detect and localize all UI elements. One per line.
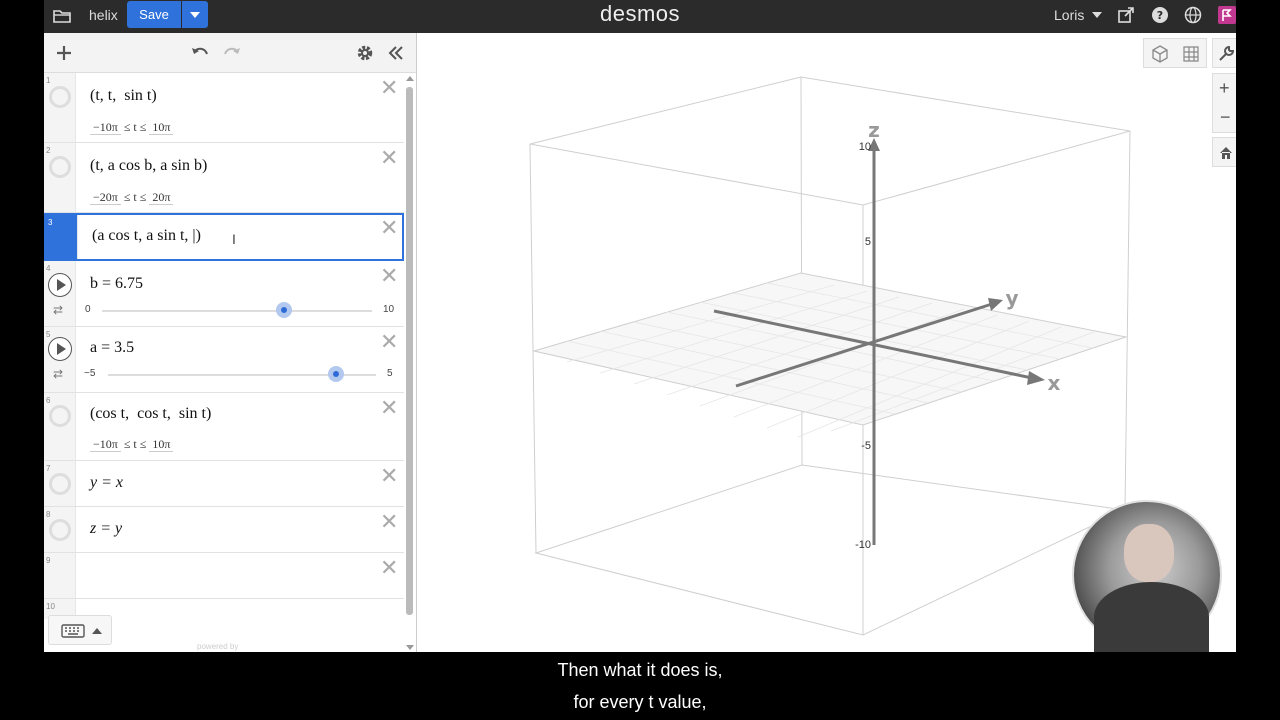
chevron-down-icon[interactable] bbox=[1092, 12, 1102, 18]
subtitle-line-2: for every t value, bbox=[573, 692, 707, 712]
expression-row-4[interactable]: 4 ⇄ b = 6.75 0 10 ✕ bbox=[44, 261, 404, 327]
keyboard-toggle-button[interactable] bbox=[48, 615, 112, 645]
loop-icon[interactable]: ⇄ bbox=[53, 303, 63, 317]
add-icon[interactable] bbox=[54, 43, 74, 63]
expression-input[interactable]: (a cos t, a sin t, |) bbox=[92, 227, 201, 245]
view-toggle-group bbox=[1143, 38, 1207, 68]
presenter-body bbox=[1094, 582, 1209, 652]
expression-math[interactable]: (t, t, sin t) bbox=[90, 87, 157, 105]
expression-list-toolbar bbox=[44, 33, 416, 73]
desmos-logo: desmos bbox=[600, 1, 681, 26]
save-button[interactable]: Save bbox=[127, 1, 181, 28]
scroll-up-icon[interactable] bbox=[406, 76, 414, 81]
z-axis-label: z bbox=[868, 118, 880, 142]
user-name[interactable]: Loris bbox=[1054, 7, 1084, 23]
slider-expression[interactable]: a = 3.5 bbox=[90, 339, 134, 357]
expression-math[interactable]: (t, a cos b, a sin b) bbox=[90, 157, 207, 175]
zoom-out-icon[interactable]: − bbox=[1220, 107, 1231, 128]
expression-row-3[interactable]: 3 (a cos t, a sin t, |) I ✕ bbox=[44, 213, 404, 261]
save-dropdown-button[interactable] bbox=[182, 1, 208, 28]
help-icon[interactable]: ? bbox=[1151, 6, 1169, 24]
visibility-toggle-icon[interactable] bbox=[49, 156, 71, 178]
y-arrow bbox=[988, 298, 1003, 311]
domain-range[interactable]: −20π ≤ t ≤ 20π bbox=[90, 190, 174, 205]
scroll-down-icon[interactable] bbox=[406, 645, 414, 650]
slider-min[interactable]: −5 bbox=[84, 368, 95, 379]
slider-handle[interactable] bbox=[276, 302, 293, 318]
home-button[interactable] bbox=[1212, 137, 1236, 167]
text-cursor-icon: I bbox=[232, 231, 236, 247]
keyboard-icon bbox=[61, 624, 85, 638]
slider-min[interactable]: 0 bbox=[85, 304, 91, 315]
expression-math[interactable]: y = x bbox=[90, 474, 123, 492]
graph-title[interactable]: helix bbox=[89, 7, 118, 23]
loop-icon[interactable]: ⇄ bbox=[53, 367, 63, 381]
expression-row-9[interactable]: 9 ✕ bbox=[44, 553, 404, 599]
powered-by-label: powered by bbox=[197, 642, 239, 651]
undo-icon[interactable] bbox=[190, 43, 210, 63]
slider-expression[interactable]: b = 6.75 bbox=[90, 275, 143, 293]
top-bar: helix Save desmos Loris ? bbox=[44, 0, 1236, 33]
expression-list: 1 (t, t, sin t) −10π ≤ t ≤ 10π ✕ 2 (t, a… bbox=[44, 33, 417, 652]
share-icon[interactable] bbox=[1117, 6, 1135, 24]
slider-max[interactable]: 5 bbox=[387, 368, 393, 379]
chevron-up-icon bbox=[92, 628, 102, 634]
scrollbar[interactable] bbox=[406, 87, 413, 615]
delete-expression-icon[interactable]: ✕ bbox=[380, 78, 398, 100]
redo-icon[interactable] bbox=[222, 43, 242, 63]
z-tick-10: 10 bbox=[859, 141, 871, 153]
expression-math[interactable]: (cos t, cos t, sin t) bbox=[90, 405, 211, 423]
grid-view-icon[interactable] bbox=[1181, 44, 1201, 64]
home-icon bbox=[1220, 147, 1232, 159]
domain-range[interactable]: −10π ≤ t ≤ 10π bbox=[90, 120, 174, 135]
z-tick-neg5: -5 bbox=[861, 440, 871, 452]
play-icon[interactable] bbox=[48, 273, 72, 297]
visibility-toggle-icon[interactable] bbox=[49, 405, 71, 427]
z-tick-neg10: -10 bbox=[855, 539, 871, 551]
subtitle-line-1: Then what it does is, bbox=[557, 660, 723, 680]
expression-row-1[interactable]: 1 (t, t, sin t) −10π ≤ t ≤ 10π ✕ bbox=[44, 73, 404, 143]
collapse-list-icon[interactable] bbox=[386, 43, 406, 63]
delete-expression-icon[interactable]: ✕ bbox=[380, 332, 398, 354]
app-switch-icon[interactable] bbox=[1218, 6, 1236, 24]
play-icon[interactable] bbox=[48, 337, 72, 361]
delete-expression-icon[interactable]: ✕ bbox=[380, 398, 398, 420]
delete-expression-icon[interactable]: ✕ bbox=[380, 148, 398, 170]
zoom-controls: + − bbox=[1212, 73, 1236, 133]
expression-row-5[interactable]: 5 ⇄ a = 3.5 −5 5 ✕ bbox=[44, 327, 404, 393]
expression-row-8[interactable]: 8 z = y ✕ bbox=[44, 507, 404, 553]
zoom-in-icon[interactable]: + bbox=[1219, 78, 1230, 99]
svg-text:?: ? bbox=[1157, 9, 1163, 22]
expression-math[interactable]: z = y bbox=[90, 520, 122, 538]
folder-icon[interactable] bbox=[52, 6, 72, 26]
z-tick-5: 5 bbox=[865, 236, 871, 248]
webcam-overlay bbox=[1072, 500, 1222, 652]
visibility-toggle-icon[interactable] bbox=[49, 86, 71, 108]
delete-expression-icon[interactable]: ✕ bbox=[380, 466, 398, 488]
delete-expression-icon[interactable]: ✕ bbox=[380, 266, 398, 288]
gear-icon[interactable] bbox=[355, 43, 375, 63]
visibility-toggle-icon[interactable] bbox=[49, 519, 71, 541]
expression-row-2[interactable]: 2 (t, a cos b, a sin b) −20π ≤ t ≤ 20π ✕ bbox=[44, 143, 404, 213]
settings-wrench-button[interactable] bbox=[1212, 38, 1236, 68]
delete-expression-icon[interactable]: ✕ bbox=[380, 218, 398, 240]
slider-handle[interactable] bbox=[327, 366, 344, 382]
x-axis-label: x bbox=[1048, 371, 1061, 395]
cube-view-icon[interactable] bbox=[1150, 44, 1170, 64]
wrench-icon bbox=[1219, 45, 1235, 61]
slider-track[interactable] bbox=[102, 310, 372, 312]
desmos-window: helix Save desmos Loris ? 1 (t, t, sin t… bbox=[44, 0, 1236, 652]
domain-range[interactable]: −10π ≤ t ≤ 10π bbox=[90, 437, 174, 452]
delete-expression-icon[interactable]: ✕ bbox=[380, 558, 398, 580]
expression-row-6[interactable]: 6 (cos t, cos t, sin t) −10π ≤ t ≤ 10π ✕ bbox=[44, 393, 404, 461]
slider-max[interactable]: 10 bbox=[383, 304, 394, 315]
y-axis-label: y bbox=[1005, 286, 1018, 310]
presenter-face bbox=[1124, 524, 1174, 582]
x-arrow bbox=[1027, 371, 1045, 385]
visibility-toggle-icon[interactable] bbox=[49, 473, 71, 495]
expression-row-7[interactable]: 7 y = x ✕ bbox=[44, 461, 404, 507]
globe-icon[interactable] bbox=[1184, 6, 1202, 24]
delete-expression-icon[interactable]: ✕ bbox=[380, 512, 398, 534]
